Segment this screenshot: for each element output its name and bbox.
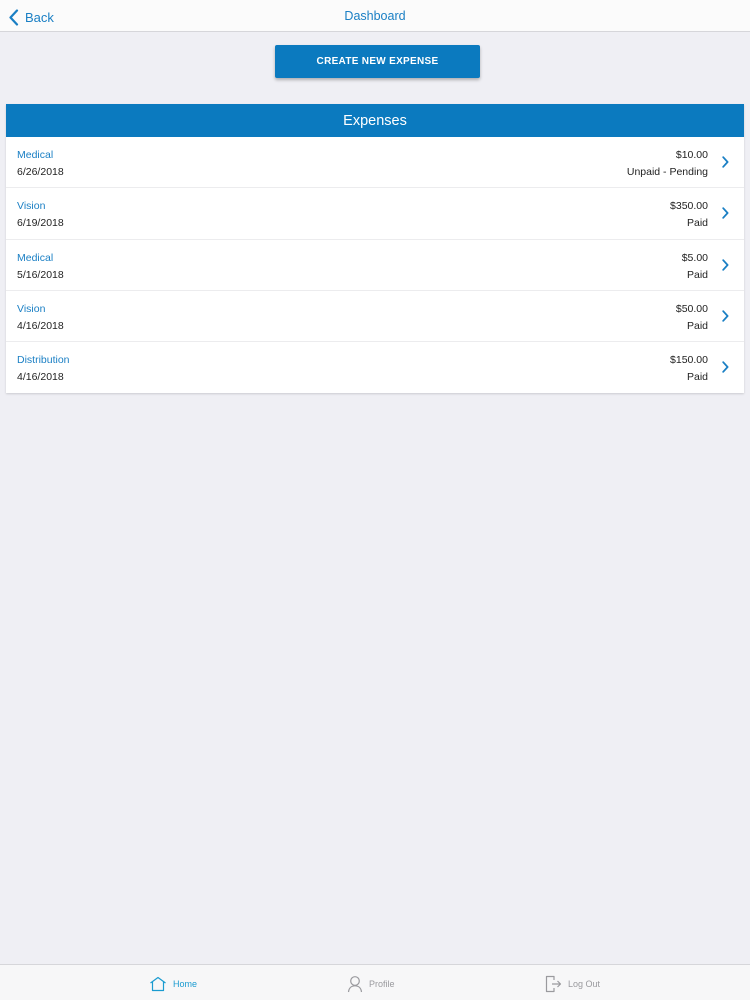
expense-row[interactable]: Vision 4/16/2018 $50.00 Paid (6, 291, 744, 343)
person-icon (347, 976, 363, 993)
create-new-expense-button[interactable]: CREATE NEW EXPENSE (275, 45, 480, 78)
expense-status: Unpaid - Pending (626, 166, 708, 178)
expense-date: 4/16/2018 (17, 319, 64, 332)
expense-category: Medical (17, 251, 54, 264)
expense-row[interactable]: Vision 6/19/2018 $350.00 Paid (6, 188, 744, 240)
chevron-right-icon (722, 361, 729, 373)
chevron-right-icon (722, 156, 729, 168)
expense-status: Paid (686, 268, 708, 281)
expense-category: Vision (17, 302, 46, 315)
expense-row[interactable]: Medical 5/16/2018 $5.00 Paid (6, 240, 744, 291)
expense-list: Medical 6/26/2018 $10.00 Unpaid - Pending Vi… (6, 137, 744, 393)
expense-amount: $350.00 (670, 200, 708, 213)
expense-date: 6/26/2018 (17, 166, 64, 178)
page-title: Dashboard (344, 9, 406, 23)
chevron-right-icon (722, 310, 729, 322)
expense-category: Distribution (17, 354, 70, 367)
expense-row[interactable]: Medical 6/26/2018 $10.00 Unpaid - Pending (6, 137, 744, 189)
tab-profile-label: Profile (369, 979, 395, 989)
expenses-card: Expenses Medical 6/26/2018 $10.00 Unpaid - … (6, 104, 744, 394)
expense-amount: $5.00 (681, 251, 708, 264)
tab-home[interactable]: Home (149, 974, 197, 994)
tab-home-label: Home (173, 979, 198, 989)
nav-bar: Back Dashboard (0, 0, 750, 32)
expense-amount: $10.00 (675, 149, 708, 161)
expense-category: Medical (17, 149, 54, 161)
expense-status: Paid (686, 371, 708, 384)
logout-icon (545, 975, 562, 993)
chevron-right-icon (722, 258, 729, 271)
tab-logout[interactable]: Log Out (545, 974, 600, 994)
tab-logout-label: Log Out (568, 979, 601, 989)
expense-status: Paid (686, 217, 708, 230)
expense-amount: $150.00 (670, 354, 708, 367)
expense-status: Paid (686, 319, 708, 332)
expense-row[interactable]: Distribution 4/16/2018 $150.00 Paid (6, 342, 744, 393)
expense-category: Vision (17, 200, 46, 213)
expenses-header: Expenses (6, 104, 744, 137)
home-icon (150, 976, 166, 992)
tab-bar: Home Profile Log Out (0, 964, 750, 1000)
expense-date: 5/16/2018 (17, 268, 64, 281)
expense-amount: $50.00 (675, 302, 708, 315)
tab-profile[interactable]: Profile (347, 974, 395, 994)
expense-date: 6/19/2018 (17, 217, 64, 230)
chevron-right-icon (722, 207, 729, 219)
expense-date: 4/16/2018 (17, 371, 64, 384)
